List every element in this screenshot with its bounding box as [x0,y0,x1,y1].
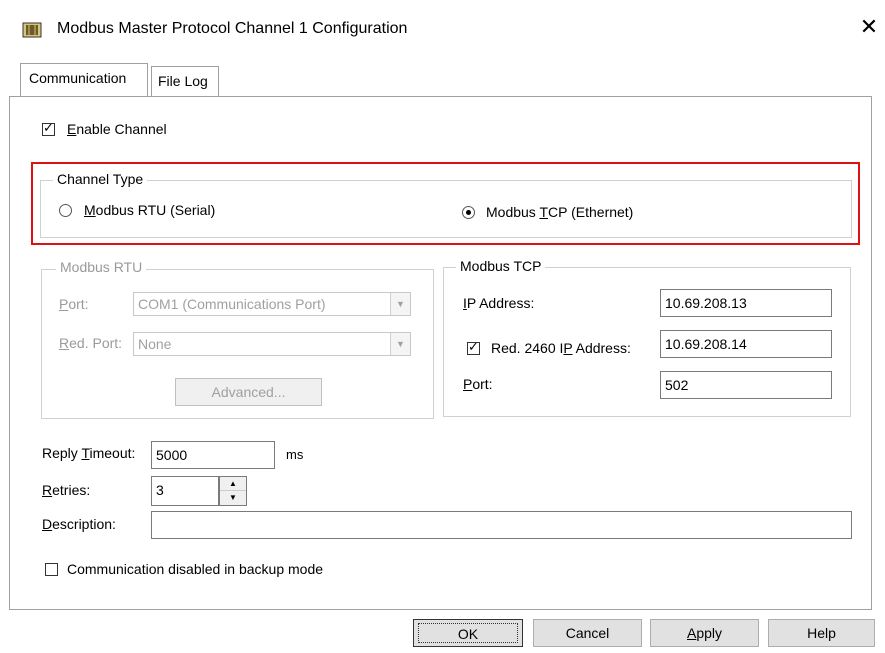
window-title: Modbus Master Protocol Channel 1 Configu… [57,20,408,37]
retries-stepper[interactable]: ▲ ▼ [219,476,247,506]
app-icon [22,22,42,38]
backup-mode-checkbox[interactable] [45,563,58,576]
tcp-port-label: Port: [463,376,493,392]
reply-timeout-label: Reply Timeout: [42,445,136,461]
advanced-button[interactable]: Advanced... [175,378,322,406]
retries-input[interactable]: 3 [151,476,219,506]
tab-file-log[interactable]: File Log [151,66,219,96]
red-ip-address-input[interactable]: 10.69.208.14 [660,330,832,358]
reply-timeout-input[interactable]: 5000 [151,441,275,469]
chevron-down-icon: ▼ [390,333,410,355]
description-label: Description: [42,516,116,532]
modbus-tcp-legend: Modbus TCP [456,258,546,274]
modbus-rtu-legend: Modbus RTU [56,259,147,275]
rtu-port-select[interactable]: COM1 (Communications Port) ▼ [133,292,411,316]
ip-address-label: IP Address: [463,295,535,311]
reply-timeout-unit: ms [286,447,304,462]
description-input[interactable] [151,511,852,539]
ok-button[interactable]: OK [413,619,523,647]
ip-address-input[interactable]: 10.69.208.13 [660,289,832,317]
enable-channel-checkbox[interactable] [42,121,55,136]
apply-button[interactable]: Apply [650,619,759,647]
rtu-red-port-label: Red. Port: [59,335,123,351]
red-ip-label: Red. 2460 IP Address: [491,340,631,356]
highlight-box [31,162,860,245]
close-icon[interactable]: ✕ [857,16,881,40]
rtu-port-label: Port: [59,296,89,312]
rtu-red-port-select[interactable]: None ▼ [133,332,411,356]
spin-down-icon[interactable]: ▼ [220,491,246,505]
tab-communication[interactable]: Communication [20,63,148,96]
tcp-port-input[interactable]: 502 [660,371,832,399]
backup-mode-label: Communication disabled in backup mode [67,561,324,577]
spin-up-icon[interactable]: ▲ [220,477,246,491]
help-button[interactable]: Help [768,619,875,647]
retries-label: Retries: [42,482,91,498]
chevron-down-icon: ▼ [390,293,410,315]
red-ip-checkbox[interactable] [467,340,480,355]
cancel-button[interactable]: Cancel [533,619,642,647]
enable-channel-label: Enable Channel [67,121,167,137]
